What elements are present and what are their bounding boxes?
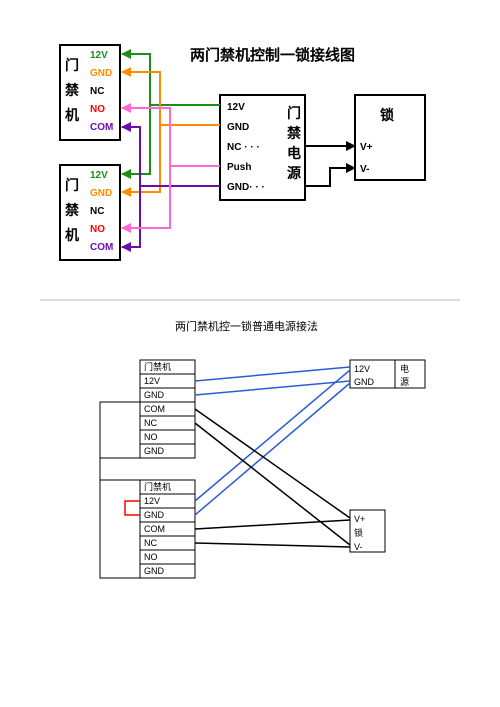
diagram2: 两门禁机控一锁普通电源接法 门禁机 12V GND COM NC NO GND … — [100, 319, 425, 578]
a2-label-1: 门 — [65, 177, 79, 193]
psu-gnd: GND — [227, 122, 249, 133]
d2-frame — [100, 402, 140, 578]
lock-label: 锁 — [380, 107, 394, 123]
svg-text:源: 源 — [400, 377, 409, 387]
svg-text:NC: NC — [144, 538, 157, 548]
svg-text:12V: 12V — [354, 364, 370, 374]
svg-text:门禁机: 门禁机 — [144, 481, 171, 492]
a1-label-1: 门 — [65, 57, 79, 73]
svg-text:COM: COM — [144, 524, 165, 534]
svg-text:12V: 12V — [144, 376, 160, 386]
svg-text:锁: 锁 — [354, 527, 363, 538]
psu-push: Push — [227, 162, 251, 173]
a1-label-2: 禁 — [65, 82, 79, 98]
d2-lock: V+ 锁 V- — [350, 510, 385, 552]
a2-pin-com: COM — [90, 242, 113, 253]
d2-title: 两门禁机控一锁普通电源接法 — [175, 319, 318, 333]
a1-pin-12v: 12V — [90, 50, 108, 61]
lock-vplus: V+ — [360, 142, 373, 153]
svg-text:GND: GND — [144, 390, 165, 400]
psu-box: 门 禁 电 源 12V GND NC · · · Push GND· · · — [220, 95, 305, 200]
access-controller-2: 门 禁 机 12V GND NC NO COM — [60, 165, 120, 260]
d2-psu: 12V GND 电 源 — [350, 360, 425, 388]
access-controller-1: 门 禁 机 12V GND NC NO COM — [60, 45, 120, 140]
svg-text:NO: NO — [144, 432, 158, 442]
svg-text:GND: GND — [144, 446, 165, 456]
lock-vminus: V- — [360, 164, 369, 175]
a1-pin-nc: NC — [90, 86, 104, 97]
a1-pin-gnd: GND — [90, 68, 112, 79]
svg-text:电: 电 — [400, 363, 409, 374]
psu-gnd2: GND· · · — [227, 182, 265, 193]
svg-text:V-: V- — [354, 542, 363, 552]
psu-nc: NC · · · — [227, 142, 260, 153]
a2-label-3: 机 — [65, 227, 79, 243]
psu-12v: 12V — [227, 102, 245, 113]
d2-access1: 门禁机 12V GND COM NC NO GND — [140, 360, 195, 458]
svg-text:GND: GND — [354, 377, 375, 387]
svg-text:12V: 12V — [144, 496, 160, 506]
a2-pin-gnd: GND — [90, 188, 112, 199]
psu-l3: 电 — [287, 145, 301, 161]
a2-pin-no: NO — [90, 224, 105, 235]
svg-text:GND: GND — [144, 510, 165, 520]
a2-label-2: 禁 — [65, 202, 79, 218]
d1-title: 两门禁机控制一锁接线图 — [190, 46, 355, 64]
psu-l2: 禁 — [287, 125, 301, 141]
svg-text:门禁机: 门禁机 — [144, 361, 171, 372]
psu-l1: 门 — [287, 105, 301, 121]
diagram1: 两门禁机控制一锁接线图 门 禁 机 12V GND NC NO COM 门 禁 … — [60, 45, 425, 260]
svg-text:NO: NO — [144, 552, 158, 562]
a1-label-3: 机 — [65, 107, 79, 123]
psu-l4: 源 — [287, 165, 301, 181]
svg-text:GND: GND — [144, 566, 165, 576]
svg-text:COM: COM — [144, 404, 165, 414]
a2-pin-nc: NC — [90, 206, 104, 217]
lock-box: 锁 V+ V- — [355, 95, 425, 180]
d2-access2: 门禁机 12V GND COM NC NO GND — [140, 480, 195, 578]
svg-text:NC: NC — [144, 418, 157, 428]
svg-text:V+: V+ — [354, 514, 365, 524]
a1-pin-no: NO — [90, 104, 105, 115]
a1-pin-com: COM — [90, 122, 113, 133]
a2-pin-12v: 12V — [90, 170, 108, 181]
